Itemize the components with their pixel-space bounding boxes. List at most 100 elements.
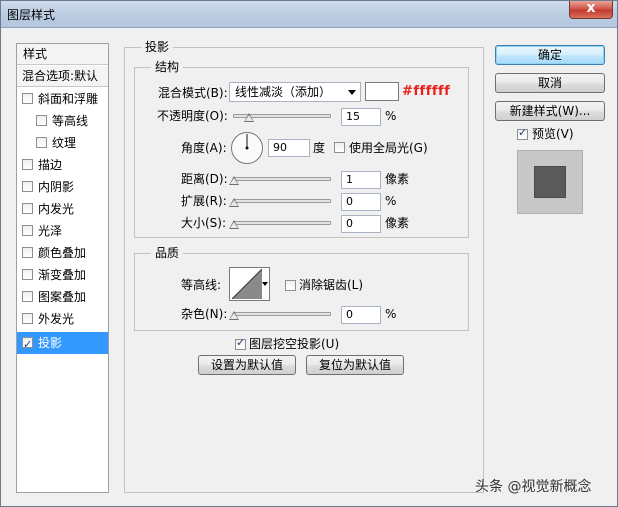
preview-label: 预览(V): [532, 127, 574, 141]
style-item-label: 外发光: [38, 312, 75, 326]
close-icon: x: [586, 0, 596, 16]
size-input[interactable]: 0: [341, 215, 381, 233]
drop-shadow-title: 投影: [141, 40, 174, 54]
blend-options-item[interactable]: 混合选项:默认: [17, 66, 108, 87]
size-slider-handle[interactable]: [229, 220, 239, 229]
bevel-emboss-checkbox[interactable]: [22, 93, 33, 104]
distance-slider-handle[interactable]: [229, 176, 239, 185]
noise-label: 杂色(N):: [181, 307, 228, 321]
distance-label: 距离(D):: [181, 172, 228, 186]
distance-unit: 像素: [385, 172, 410, 186]
style-item-gradient-overlay[interactable]: 渐变叠加: [17, 264, 108, 286]
stroke-checkbox[interactable]: [22, 159, 33, 170]
angle-dial[interactable]: [230, 131, 264, 165]
spread-label: 扩展(R):: [181, 194, 227, 208]
style-item-label: 投影: [38, 336, 63, 350]
global-light-checkbox[interactable]: [334, 142, 345, 153]
style-item-label: 渐变叠加: [38, 268, 87, 282]
contour-picker[interactable]: [229, 267, 270, 301]
spread-unit: %: [385, 194, 397, 208]
structure-title: 结构: [151, 60, 184, 74]
style-item-inner-shadow[interactable]: 内阴影: [17, 176, 108, 198]
style-preview: [517, 150, 583, 214]
inner-shadow-checkbox[interactable]: [22, 181, 33, 192]
chevron-down-icon[interactable]: [262, 282, 268, 286]
contour-linear-icon: [232, 269, 262, 299]
title-bar: 图层样式 x: [1, 0, 617, 28]
texture-checkbox[interactable]: [36, 137, 47, 148]
layer-style-dialog: 图层样式 x 样式 混合选项:默认 斜面和浮雕 等高线 纹理 描边 内阴影 内发…: [0, 0, 618, 507]
style-item-bevel-emboss[interactable]: 斜面和浮雕: [17, 88, 108, 110]
color-annotation: #ffffff: [402, 84, 451, 99]
contour-label: 等高线:: [181, 278, 222, 292]
distance-input[interactable]: 1: [341, 171, 381, 189]
preview-checkbox[interactable]: [517, 126, 528, 140]
anti-alias-label: 消除锯齿(L): [299, 278, 364, 292]
reset-default-button[interactable]: 复位为默认值: [306, 355, 404, 375]
outer-glow-checkbox[interactable]: [22, 313, 33, 324]
chevron-down-icon: [348, 90, 356, 95]
style-item-outer-glow[interactable]: 外发光: [17, 308, 108, 330]
style-item-label: 斜面和浮雕: [38, 92, 99, 106]
blend-mode-select[interactable]: 线性减淡（添加）: [229, 82, 361, 102]
angle-input[interactable]: 90: [268, 139, 310, 157]
shadow-color-swatch[interactable]: [365, 82, 399, 101]
style-item-pattern-overlay[interactable]: 图案叠加: [17, 286, 108, 308]
style-list-header[interactable]: 样式: [17, 44, 108, 65]
opacity-slider-handle[interactable]: [244, 113, 254, 122]
watermark: 头条 @视觉新概念: [475, 479, 592, 495]
pattern-overlay-checkbox[interactable]: [22, 291, 33, 302]
style-item-label: 内阴影: [38, 180, 75, 194]
global-light-label: 使用全局光(G): [349, 141, 428, 155]
close-button[interactable]: x: [569, 0, 613, 19]
preview-swatch: [534, 166, 566, 198]
spread-slider[interactable]: [233, 199, 331, 203]
size-slider[interactable]: [233, 221, 331, 225]
style-item-satin[interactable]: 光泽: [17, 220, 108, 242]
opacity-input[interactable]: 15: [341, 108, 381, 126]
size-unit: 像素: [385, 216, 410, 230]
noise-unit: %: [385, 307, 397, 321]
window-title: 图层样式: [7, 8, 56, 22]
inner-glow-checkbox[interactable]: [22, 203, 33, 214]
make-default-button[interactable]: 设置为默认值: [198, 355, 296, 375]
satin-checkbox[interactable]: [22, 225, 33, 236]
opacity-label: 不透明度(O):: [157, 109, 228, 123]
anti-alias-checkbox[interactable]: [285, 280, 296, 291]
style-item-label: 图案叠加: [38, 290, 87, 304]
spread-input[interactable]: 0: [341, 193, 381, 211]
knockout-label: 图层挖空投影(U): [249, 337, 340, 351]
drop-shadow-checkbox[interactable]: [22, 334, 33, 356]
angle-label: 角度(A):: [181, 141, 227, 155]
style-item-label: 内发光: [38, 202, 75, 216]
gradient-overlay-checkbox[interactable]: [22, 269, 33, 280]
angle-dial-center: [245, 146, 249, 150]
style-item-drop-shadow[interactable]: 投影: [17, 332, 108, 356]
spread-slider-handle[interactable]: [229, 198, 239, 207]
style-item-stroke[interactable]: 描边: [17, 154, 108, 176]
style-item-label: 纹理: [52, 136, 77, 150]
opacity-unit: %: [385, 109, 397, 123]
style-item-label: 光泽: [38, 224, 63, 238]
quality-title: 品质: [151, 246, 184, 260]
style-item-color-overlay[interactable]: 颜色叠加: [17, 242, 108, 264]
style-item-contour[interactable]: 等高线: [17, 110, 108, 132]
style-item-texture[interactable]: 纹理: [17, 132, 108, 154]
angle-unit: 度: [313, 141, 326, 155]
knockout-checkbox[interactable]: [235, 336, 246, 350]
style-item-inner-glow[interactable]: 内发光: [17, 198, 108, 220]
ok-button[interactable]: 确定: [495, 45, 605, 65]
style-list: 样式 混合选项:默认 斜面和浮雕 等高线 纹理 描边 内阴影 内发光 光泽 颜色…: [16, 43, 109, 493]
style-item-label: 颜色叠加: [38, 246, 87, 260]
noise-input[interactable]: 0: [341, 306, 381, 324]
distance-slider[interactable]: [233, 177, 331, 181]
style-item-label: 描边: [38, 158, 63, 172]
blend-mode-label: 混合模式(B):: [158, 86, 228, 100]
color-overlay-checkbox[interactable]: [22, 247, 33, 258]
style-item-label: 等高线: [52, 114, 89, 128]
noise-slider-handle[interactable]: [229, 311, 239, 320]
new-style-button[interactable]: 新建样式(W)...: [495, 101, 605, 121]
contour-checkbox[interactable]: [36, 115, 47, 126]
cancel-button[interactable]: 取消: [495, 73, 605, 93]
noise-slider[interactable]: [233, 312, 331, 316]
